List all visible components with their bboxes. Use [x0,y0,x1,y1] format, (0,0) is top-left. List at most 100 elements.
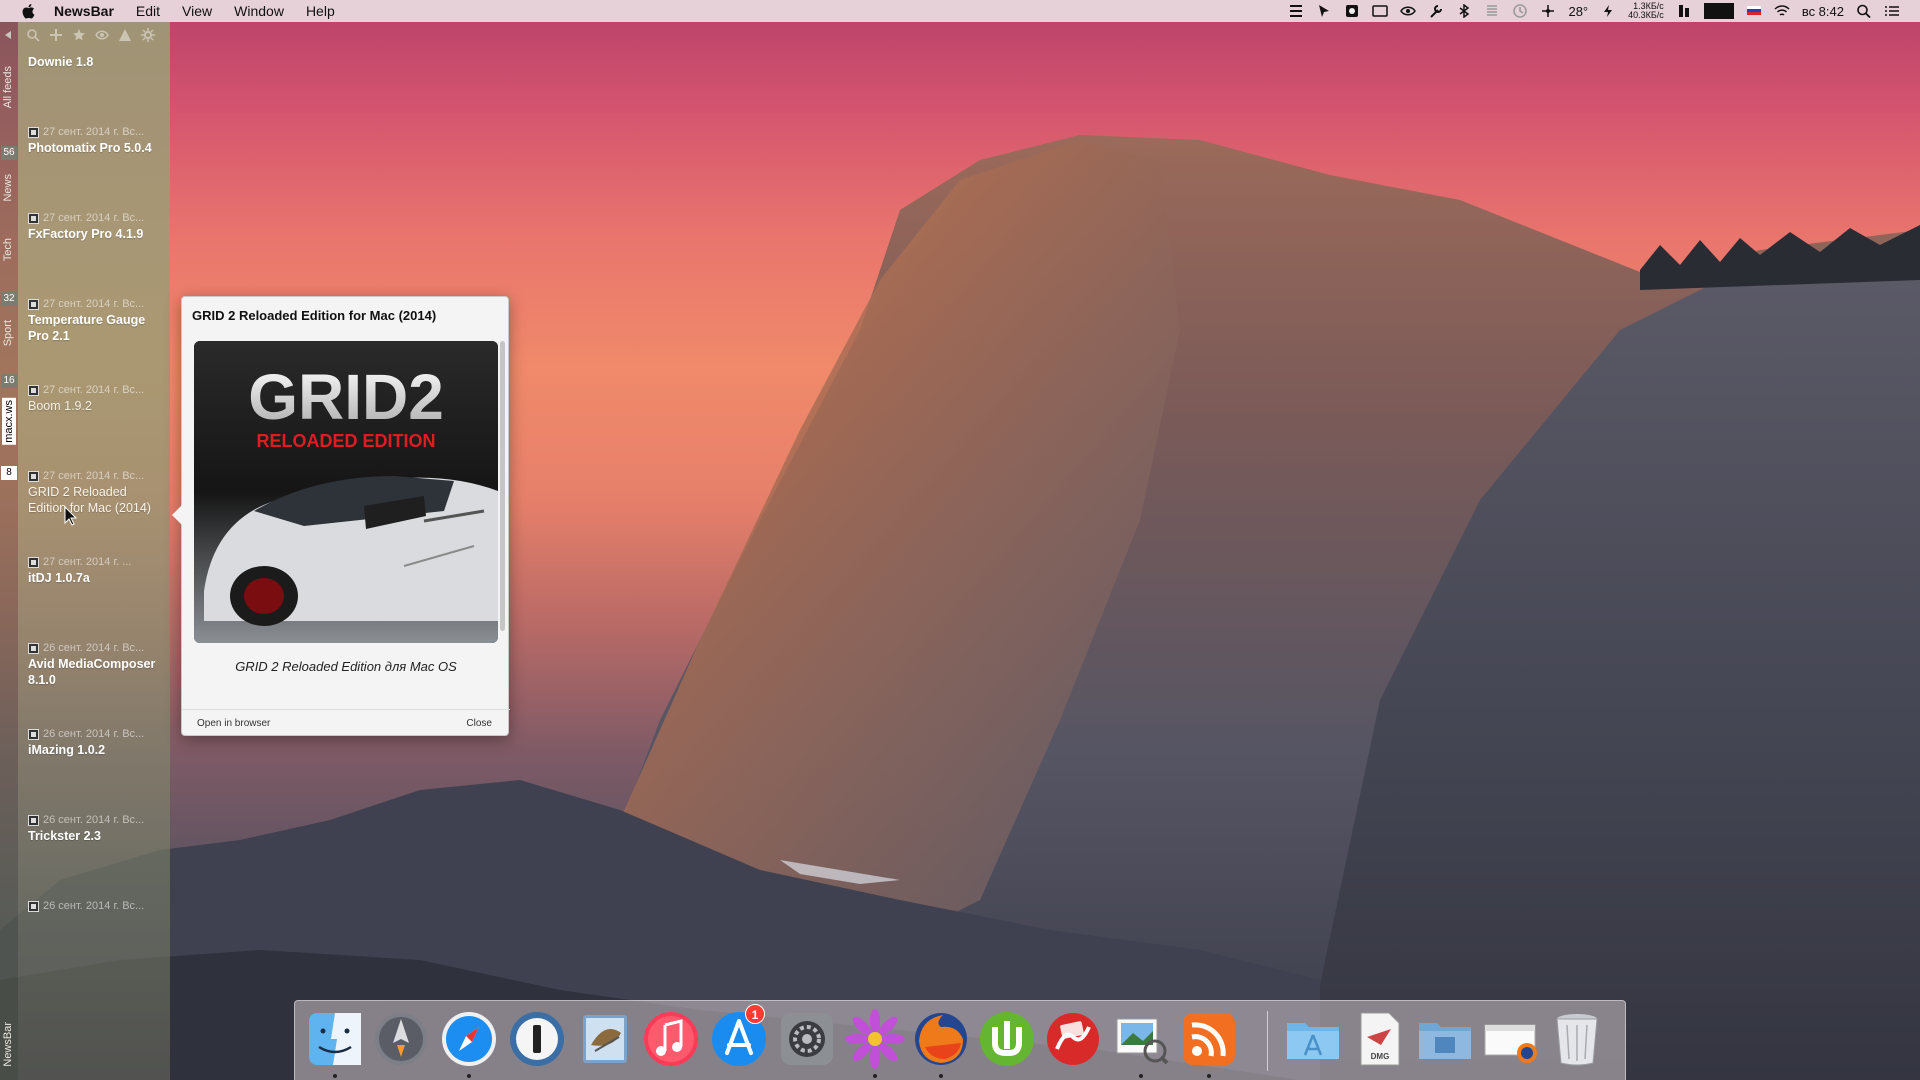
feed-meta: 27 сент. 2014 г. Вс... [28,384,144,396]
checkbox-icon[interactable] [28,298,39,310]
feed-title: GRID 2 Reloaded Edition for Mac (2014) [28,485,151,515]
cpu-graph-icon[interactable] [1703,3,1734,19]
tab-tech[interactable]: Tech 32 [0,232,18,310]
feed-meta: 26 сент. 2014 г. Вс... [28,814,144,826]
article-caption: GRID 2 Reloaded Edition для Mac OS [235,659,457,674]
feed-item[interactable]: itDJ 1.0.7a 26 сент. 2014 г. Вс... [18,570,170,656]
flash-status-icon[interactable] [1600,4,1616,18]
tab-news[interactable]: News [0,170,18,222]
display-status-icon[interactable] [1372,4,1389,18]
feed-date: 27 сент. 2014 г. Вс... [43,384,145,396]
feed-date: 26 сент. 2014 г. Вс... [43,900,145,912]
dmg-icon[interactable]: DMG [1349,1009,1409,1069]
feed-item[interactable]: FxFactory Pro 4.1.9 27 сент. 2014 г. Вс.… [18,226,170,312]
checkbox-icon[interactable] [28,556,39,568]
collapse-arrow-icon[interactable] [3,30,13,40]
checkbox-icon[interactable] [28,900,39,912]
feed-title: Avid MediaComposer 8.1.0 [28,657,156,687]
feed-item[interactable]: Photomatix Pro 5.0.4 27 сент. 2014 г. Вс… [18,140,170,226]
checkbox-icon[interactable] [28,384,39,396]
search-icon[interactable] [26,28,40,42]
cover-subtitle-text: RELOADED EDITION [256,431,435,451]
tab-sport[interactable]: Sport 16 [0,314,18,392]
alert-icon[interactable] [118,28,132,42]
feed-item[interactable]: Boom 1.9.2 27 сент. 2014 г. Вс... [18,398,170,484]
downloads-icon[interactable] [1481,1009,1541,1069]
trash-icon[interactable] [1547,1009,1607,1069]
safari-icon[interactable] [439,1009,499,1069]
1password-icon[interactable] [507,1009,567,1069]
star-icon[interactable] [72,28,86,42]
time-machine-status-icon[interactable] [1512,4,1528,18]
flag-status-icon[interactable] [1746,4,1762,18]
checkbox-icon[interactable] [28,642,39,654]
temperature-readout[interactable]: 28° [1568,4,1588,19]
network-speed[interactable]: 1.3КБ/с 40.3КБ/с [1628,2,1664,20]
documents-folder-icon[interactable] [1415,1009,1475,1069]
popup-footer: Open in browser Close [182,709,510,735]
tab-all-feeds[interactable]: All feeds 56 [0,54,18,162]
feed-item-selected[interactable]: GRID 2 Reloaded Edition for Mac (2014) 2… [18,484,170,570]
flower-icon[interactable] [845,1009,905,1069]
feed-meta: 27 сент. 2014 г. Вс... [28,212,144,224]
feed-meta: 27 сент. 2014 г. ... [28,556,131,568]
notification-center-icon[interactable] [1884,4,1900,18]
itunes-icon[interactable] [641,1009,701,1069]
pointer-status-icon[interactable] [1316,4,1332,18]
close-button[interactable]: Close [466,718,492,729]
feed-item[interactable]: iMazing 1.0.2 26 сент. 2014 г. Вс... [18,742,170,828]
checkbox-icon[interactable] [28,212,39,224]
running-indicator [467,1074,471,1078]
running-indicator [939,1074,943,1078]
bluetooth-status-icon[interactable] [1456,4,1472,18]
running-indicator [1139,1074,1143,1078]
open-in-browser-button[interactable]: Open in browser [197,718,270,729]
firefox-icon[interactable] [911,1009,971,1069]
popup-scrollbar[interactable] [500,341,505,631]
checkbox-icon[interactable] [28,470,39,482]
clock[interactable]: вс 8:42 [1802,4,1844,19]
eye-status-icon[interactable] [1400,4,1417,18]
tab-macx-ws[interactable]: macx.ws 8 [0,390,18,486]
mail-icon[interactable] [575,1009,635,1069]
checkbox-icon[interactable] [28,728,39,740]
applications-folder-icon[interactable] [1283,1009,1343,1069]
newsbar-status-icon[interactable] [1288,4,1304,18]
memory-status-icon[interactable] [1676,4,1692,18]
tab-count: 32 [1,292,17,306]
eye-icon[interactable] [95,28,109,42]
feed-date: 26 сент. 2014 г. Вс... [43,728,145,740]
tab-label: All feeds [2,66,14,109]
feed-item[interactable]: Avid MediaComposer 8.1.0 26 сент. 2014 г… [18,656,170,742]
add-icon[interactable] [49,28,63,42]
tool-status-icon[interactable] [1428,4,1444,18]
rss-icon[interactable] [1179,1009,1239,1069]
checkbox-icon[interactable] [28,126,39,138]
apple-menu-icon[interactable] [20,2,38,20]
menu-view[interactable]: View [182,3,212,19]
tab-newsbar[interactable]: NewsBar [0,1018,18,1078]
fan-status-icon[interactable] [1540,4,1556,18]
app-menu[interactable]: NewsBar [54,3,114,19]
system-preferences-icon[interactable] [777,1009,837,1069]
menu-help[interactable]: Help [306,3,335,19]
dock: DMG [294,1000,1626,1080]
checkbox-icon[interactable] [28,814,39,826]
preview-icon[interactable] [1111,1009,1171,1069]
feed-date: 27 сент. 2014 г. Вс... [43,212,145,224]
pdf-icon[interactable] [1043,1009,1103,1069]
list-status-icon[interactable] [1484,4,1500,18]
spotlight-search-icon[interactable] [1856,4,1872,18]
feed-item[interactable]: Downie 1.8 27 сент. 2014 г. Вс... [18,54,170,140]
utorrent-icon[interactable] [977,1009,1037,1069]
gear-icon[interactable] [141,28,155,42]
wifi-status-icon[interactable] [1774,4,1790,18]
finder-icon[interactable] [305,1009,365,1069]
app-status-icon[interactable] [1344,4,1360,18]
mouse-cursor-icon [64,506,78,526]
feed-item[interactable]: Temperature Gauge Pro 2.1 27 сент. 2014 … [18,312,170,398]
menu-window[interactable]: Window [234,3,284,19]
launchpad-icon[interactable] [371,1009,431,1069]
feed-item[interactable]: Trickster 2.3 26 сент. 2014 г. Вс... [18,828,170,914]
menu-edit[interactable]: Edit [136,3,160,19]
